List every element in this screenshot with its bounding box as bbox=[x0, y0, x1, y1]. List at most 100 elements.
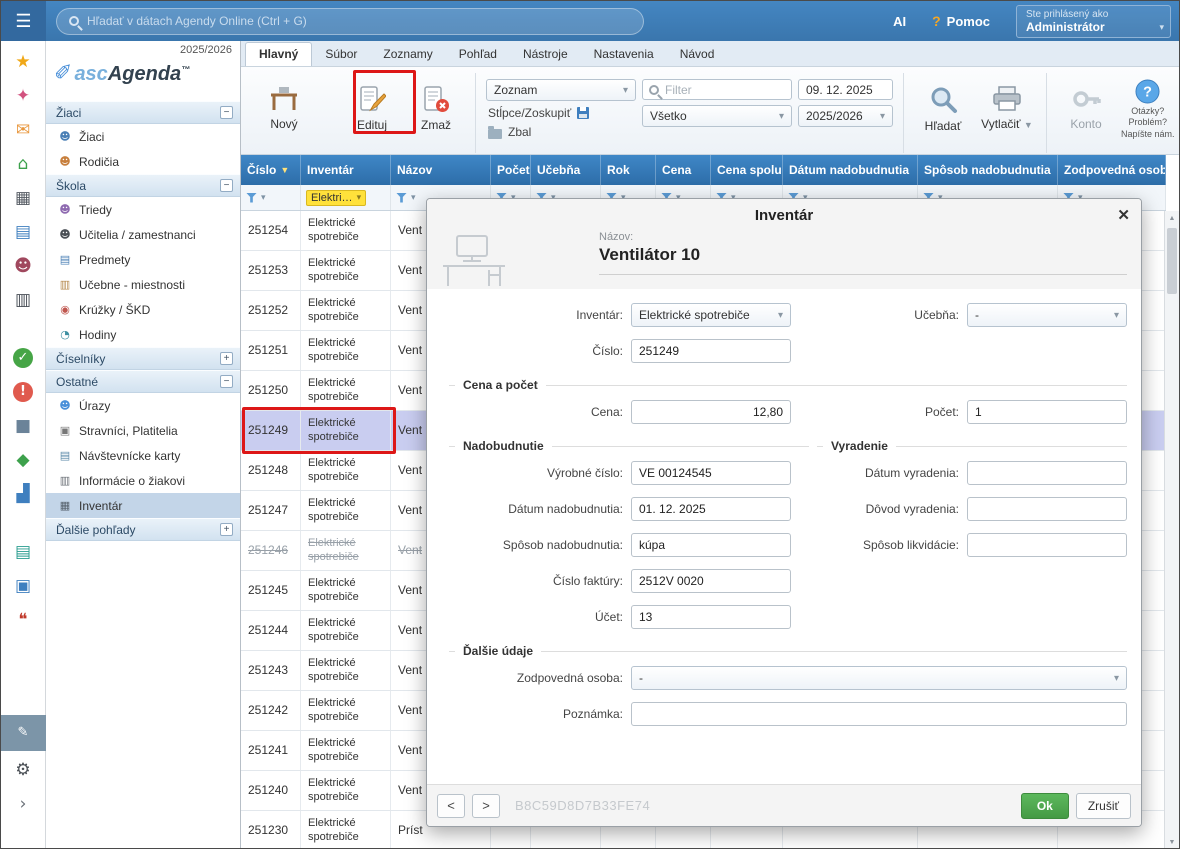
sposob-likvidacie-input[interactable] bbox=[967, 533, 1127, 557]
view-select[interactable]: Zoznam▾ bbox=[486, 79, 636, 101]
collapse-button[interactable]: Zbal bbox=[486, 125, 636, 139]
sidebar-item-informacie-o-ziakovi[interactable]: ▥Informácie o žiakovi bbox=[46, 468, 240, 493]
column-header-rok[interactable]: Rok bbox=[601, 155, 656, 185]
filter-cell-cislo[interactable]: ▾ bbox=[241, 185, 301, 210]
chart-icon[interactable]: ▟ bbox=[1, 479, 46, 509]
filter-input[interactable] bbox=[665, 83, 785, 97]
sidebar-section-ostatne[interactable]: Ostatné− bbox=[46, 370, 240, 393]
prev-record-button[interactable]: < bbox=[437, 794, 465, 818]
sidebar-item-inventar[interactable]: ▦Inventár bbox=[46, 493, 240, 518]
global-search[interactable] bbox=[56, 8, 644, 35]
school-year-select[interactable]: 2025/2026▾ bbox=[798, 105, 893, 127]
inventar-select[interactable]: Elektrické spotrebiče▾ bbox=[631, 303, 791, 327]
sidebar-item-triedy[interactable]: ☻Triedy bbox=[46, 197, 240, 222]
poznamka-input[interactable] bbox=[631, 702, 1127, 726]
filter-scope-select[interactable]: Všetko▾ bbox=[642, 105, 792, 127]
filter-cell-inventar[interactable]: Elektri…▾ bbox=[301, 185, 391, 210]
expand-chevron-icon[interactable]: › bbox=[1, 789, 46, 819]
column-header-sposob-nadobudnutia[interactable]: Spôsob nadobudnutia bbox=[918, 155, 1058, 185]
sidebar-item-predmety[interactable]: ▤Predmety bbox=[46, 247, 240, 272]
tab-navod[interactable]: Návod bbox=[667, 43, 728, 66]
sposob-nadobudnutia-input[interactable] bbox=[631, 533, 791, 557]
close-icon[interactable]: ✕ bbox=[1117, 206, 1130, 224]
scrollbar-thumb[interactable] bbox=[1167, 228, 1177, 294]
column-header-cena-spolu[interactable]: Cena spolu bbox=[711, 155, 783, 185]
user-menu[interactable]: Ste prihlásený ako Administrátor ▾ bbox=[1016, 5, 1171, 38]
hamburger-menu-icon[interactable]: ☰ bbox=[1, 1, 46, 41]
cena-input[interactable] bbox=[631, 400, 791, 424]
sidebar-item-ucebne-miestnosti[interactable]: ▥Učebne - miestnosti bbox=[46, 272, 240, 297]
library-icon[interactable]: ▤ bbox=[1, 537, 46, 567]
sidebar-section-ciselniky[interactable]: Číselníky+ bbox=[46, 347, 240, 370]
delete-button[interactable]: Zmaž bbox=[407, 75, 465, 141]
wizard-wand-icon[interactable]: ✦ bbox=[1, 81, 46, 111]
favorites-star-icon[interactable]: ★ bbox=[1, 47, 46, 77]
shield-icon[interactable]: ◆ bbox=[1, 445, 46, 475]
tab-nastavenia[interactable]: Nastavenia bbox=[581, 43, 667, 66]
scroll-up-icon[interactable]: ▲ bbox=[1165, 211, 1179, 226]
tab-hlavny[interactable]: Hlavný bbox=[245, 42, 312, 66]
sidebar-item-urazy[interactable]: ☻Úrazy bbox=[46, 393, 240, 418]
datum-vyradenia-input[interactable] bbox=[967, 461, 1127, 485]
tab-zoznamy[interactable]: Zoznamy bbox=[370, 43, 445, 66]
vertical-scrollbar[interactable]: ▲ ▼ bbox=[1164, 211, 1179, 849]
collapse-icon[interactable]: − bbox=[220, 179, 233, 192]
check-circle-icon[interactable]: ✓ bbox=[1, 343, 46, 373]
ucebna-select[interactable]: -▾ bbox=[967, 303, 1127, 327]
sidebar-section-dalsie-pohlady[interactable]: Ďalšie pohľady+ bbox=[46, 518, 240, 541]
briefcase-icon[interactable]: ■ bbox=[1, 411, 46, 441]
filter-box[interactable] bbox=[642, 79, 792, 100]
chevron-down-icon[interactable]: ▼ bbox=[1024, 120, 1033, 130]
messages-envelope-icon[interactable]: ✉ bbox=[1, 115, 46, 145]
column-header-datum-nadobudnutia[interactable]: Dátum nadobudnutia bbox=[783, 155, 918, 185]
date-box[interactable]: 09. 12. 2025 bbox=[798, 79, 893, 100]
chat-icon[interactable]: ❝ bbox=[1, 605, 46, 635]
cislo-input[interactable] bbox=[631, 339, 791, 363]
tab-subor[interactable]: Súbor bbox=[312, 43, 370, 66]
documents-icon[interactable]: ▣ bbox=[1, 571, 46, 601]
column-header-pocet[interactable]: Počet bbox=[491, 155, 531, 185]
sidebar-item-hodiny[interactable]: ◔Hodiny bbox=[46, 322, 240, 347]
home-icon[interactable]: ⌂ bbox=[1, 149, 46, 179]
tab-nastroje[interactable]: Nástroje bbox=[510, 43, 581, 66]
person-icon[interactable]: ☻ bbox=[1, 251, 46, 281]
cancel-button[interactable]: Zrušiť bbox=[1076, 793, 1131, 819]
cislo-faktury-input[interactable] bbox=[631, 569, 791, 593]
sidebar-section-skola[interactable]: Škola− bbox=[46, 174, 240, 197]
register-icon[interactable]: ▥ bbox=[1, 285, 46, 315]
datum-nadobudnutia-input[interactable] bbox=[631, 497, 791, 521]
edit-button[interactable]: Edituj bbox=[343, 75, 401, 141]
dovod-vyradenia-input[interactable] bbox=[967, 497, 1127, 521]
pocet-input[interactable] bbox=[967, 400, 1127, 424]
calendar-icon[interactable]: ▦ bbox=[1, 183, 46, 213]
scroll-down-icon[interactable]: ▼ bbox=[1165, 835, 1179, 849]
alert-circle-icon[interactable]: ! bbox=[1, 377, 46, 407]
columns-group-button[interactable]: Stĺpce/Zoskupiť bbox=[486, 106, 636, 120]
collapse-icon[interactable]: − bbox=[220, 106, 233, 119]
global-search-input[interactable] bbox=[87, 14, 631, 28]
sidebar-item-rodicia[interactable]: ☻Rodičia bbox=[46, 149, 240, 174]
sidebar-item-stravnici-platitelia[interactable]: ▣Stravníci, Platitelia bbox=[46, 418, 240, 443]
help-button[interactable]: ?Pomoc bbox=[932, 13, 990, 29]
sidebar-item-kruzky-skd[interactable]: ◉Krúžky / ŠKD bbox=[46, 297, 240, 322]
zodpovedna-osoba-select[interactable]: -▾ bbox=[631, 666, 1127, 690]
ok-button[interactable]: Ok bbox=[1021, 793, 1069, 819]
column-header-inventar[interactable]: Inventár bbox=[301, 155, 391, 185]
contact-support-button[interactable]: ? Otázky? Problém? Napíšte nám. bbox=[1121, 79, 1175, 140]
ebook-icon[interactable]: ▤ bbox=[1, 217, 46, 247]
account-button[interactable]: Konto bbox=[1057, 75, 1115, 141]
sidebar-item-navstevnicke-karty[interactable]: ▤Návštevnícke karty bbox=[46, 443, 240, 468]
column-header-ucebna[interactable]: Učebňa bbox=[531, 155, 601, 185]
column-header-zodpovedna-osoba[interactable]: Zodpovedná osoba bbox=[1058, 155, 1166, 185]
column-header-cena[interactable]: Cena bbox=[656, 155, 711, 185]
expand-icon[interactable]: + bbox=[220, 523, 233, 536]
active-filter-value[interactable]: Elektri…▾ bbox=[306, 190, 366, 206]
sidebar-section-ziaci[interactable]: Žiaci− bbox=[46, 101, 240, 124]
column-header-nazov[interactable]: Názov bbox=[391, 155, 491, 185]
collapse-icon[interactable]: − bbox=[220, 375, 233, 388]
new-button[interactable]: Nový bbox=[255, 75, 313, 141]
sidebar-item-ziaci[interactable]: ☻Žiaci bbox=[46, 124, 240, 149]
agenda-pen-icon[interactable]: ✎ bbox=[1, 715, 46, 751]
next-record-button[interactable]: > bbox=[472, 794, 500, 818]
column-header-cislo[interactable]: Číslo▼ bbox=[241, 155, 301, 185]
